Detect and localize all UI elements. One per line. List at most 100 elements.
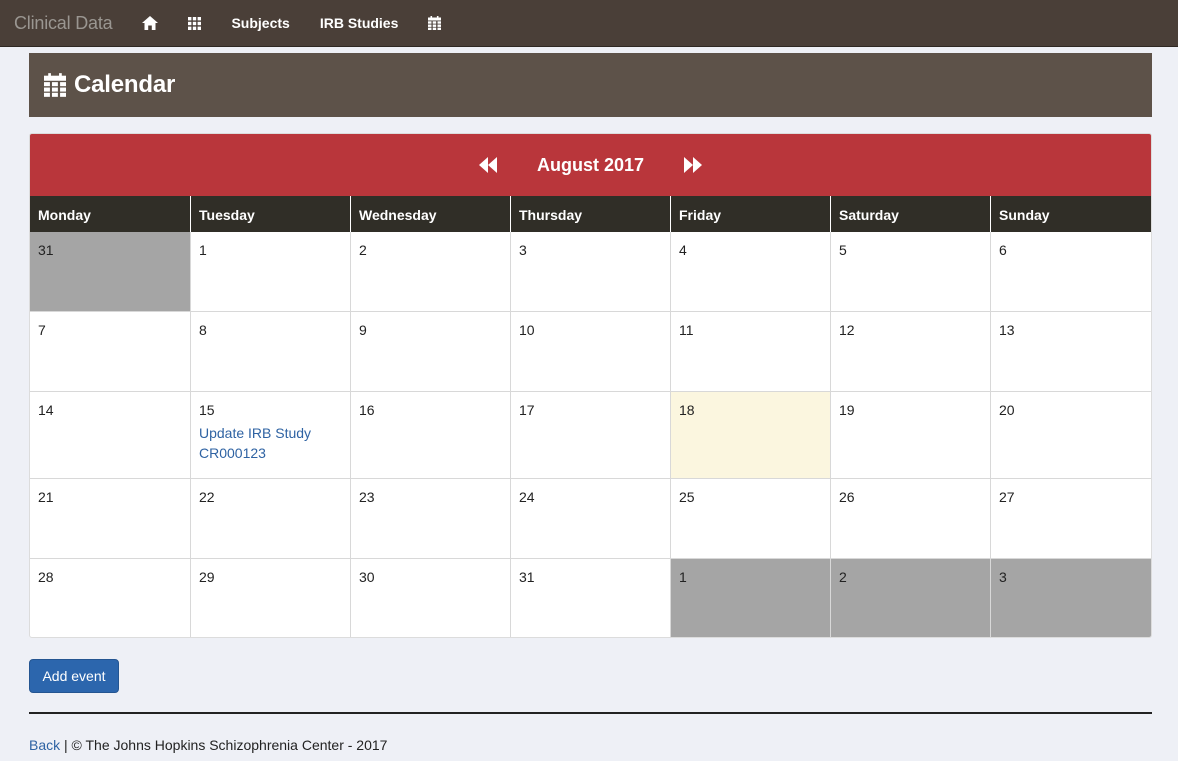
day-number: 25 xyxy=(679,489,695,505)
prev-month-icon[interactable] xyxy=(478,157,497,173)
day-number: 28 xyxy=(38,569,54,585)
day-number: 30 xyxy=(359,569,375,585)
calendar-icon[interactable] xyxy=(428,16,442,30)
day-number: 2 xyxy=(359,242,367,258)
calendar-week-row: 14 15 Update IRB Study CR000123 16 17 18 19 20 xyxy=(30,392,1151,479)
weekday-header: Tuesday xyxy=(191,196,351,232)
day-number: 19 xyxy=(839,402,855,418)
weekday-header: Sunday xyxy=(999,207,1050,223)
calendar-day[interactable]: 16 xyxy=(351,392,511,478)
day-number: 2 xyxy=(839,569,847,585)
calendar-icon xyxy=(44,73,66,97)
event-link[interactable]: Update IRB Study CR000123 xyxy=(199,423,329,463)
calendar-day-other-month[interactable]: 2 xyxy=(831,559,991,637)
calendar-grid: 31 1 2 3 4 5 6 7 8 9 10 11 12 13 14 15 Update IRB Study … xyxy=(30,232,1151,637)
calendar-week-row: 21 22 23 24 25 26 27 xyxy=(30,479,1151,559)
day-number: 18 xyxy=(679,402,695,418)
day-number: 3 xyxy=(999,569,1007,585)
brand-link[interactable]: Clinical Data xyxy=(14,13,113,34)
day-number: 11 xyxy=(679,322,694,338)
top-navbar: Clinical Data Subjects IRB Studies xyxy=(0,0,1178,47)
calendar-day[interactable]: 20 xyxy=(991,392,1151,478)
calendar-day[interactable]: 11 xyxy=(671,312,831,391)
calendar-day[interactable]: 6 xyxy=(991,232,1151,311)
calendar-day[interactable]: 9 xyxy=(351,312,511,391)
nav-subjects[interactable]: Subjects xyxy=(231,15,289,31)
calendar-day[interactable]: 23 xyxy=(351,479,511,558)
day-number: 10 xyxy=(519,322,535,338)
day-number: 4 xyxy=(679,242,687,258)
day-number: 26 xyxy=(839,489,855,505)
calendar-day[interactable]: 30 xyxy=(351,559,511,637)
calendar-day[interactable]: 25 xyxy=(671,479,831,558)
calendar-day[interactable]: 26 xyxy=(831,479,991,558)
calendar-day[interactable]: 15 Update IRB Study CR000123 xyxy=(191,392,351,478)
calendar-day-today[interactable]: 18 xyxy=(671,392,831,478)
next-month-icon[interactable] xyxy=(684,157,703,173)
add-event-button[interactable]: Add event xyxy=(29,659,119,693)
calendar-day[interactable]: 1 xyxy=(191,232,351,311)
day-number: 3 xyxy=(519,242,527,258)
weekday-header-row: Monday Tuesday Wednesday Thursday Friday Satu… xyxy=(30,196,1151,232)
day-number: 20 xyxy=(999,402,1015,418)
calendar-day[interactable]: 10 xyxy=(511,312,671,391)
calendar-week-row: 28 29 30 31 1 2 3 xyxy=(30,559,1151,637)
day-number: 9 xyxy=(359,322,367,338)
calendar-day-other-month[interactable]: 31 xyxy=(30,232,191,311)
calendar-day[interactable]: 24 xyxy=(511,479,671,558)
calendar-day[interactable]: 28 xyxy=(30,559,191,637)
calendar-day[interactable]: 17 xyxy=(511,392,671,478)
day-number: 22 xyxy=(199,489,215,505)
calendar-day[interactable]: 13 xyxy=(991,312,1151,391)
calendar-header: August 2017 xyxy=(30,134,1151,196)
calendar-day[interactable]: 3 xyxy=(511,232,671,311)
day-number: 29 xyxy=(199,569,215,585)
day-number: 14 xyxy=(38,402,54,418)
calendar-day-other-month[interactable]: 1 xyxy=(671,559,831,637)
calendar-day[interactable]: 31 xyxy=(511,559,671,637)
weekday-header: Wednesday xyxy=(351,196,511,232)
calendar-day[interactable]: 7 xyxy=(30,312,191,391)
calendar-day[interactable]: 5 xyxy=(831,232,991,311)
calendar-day[interactable]: 22 xyxy=(191,479,351,558)
month-label: August 2017 xyxy=(536,154,645,175)
nav-irb-studies[interactable]: IRB Studies xyxy=(320,15,399,31)
calendar-day[interactable]: 27 xyxy=(991,479,1151,558)
footer: Back | © The Johns Hopkins Schizophrenia… xyxy=(29,737,387,753)
day-number: 8 xyxy=(199,322,207,338)
footer-copyright: | © The Johns Hopkins Schizophrenia Cent… xyxy=(60,737,388,753)
day-number: 17 xyxy=(519,402,535,418)
day-number: 12 xyxy=(839,322,855,338)
calendar-day[interactable]: 2 xyxy=(351,232,511,311)
calendar-day[interactable]: 8 xyxy=(191,312,351,391)
calendar-day[interactable]: 29 xyxy=(191,559,351,637)
calendar-day[interactable]: 19 xyxy=(831,392,991,478)
calendar-day[interactable]: 12 xyxy=(831,312,991,391)
calendar-day-other-month[interactable]: 3 xyxy=(991,559,1151,637)
calendar: August 2017 Monday Tuesday Wednesday Thursd… xyxy=(29,133,1152,638)
day-number: 27 xyxy=(999,489,1015,505)
calendar-day[interactable]: 4 xyxy=(671,232,831,311)
weekday-header: Friday xyxy=(671,196,831,232)
day-number: 24 xyxy=(519,489,535,505)
day-number: 5 xyxy=(839,242,847,258)
footer-divider xyxy=(29,712,1152,714)
back-link[interactable]: Back xyxy=(29,737,60,753)
weekday-header: Saturday xyxy=(831,196,991,232)
day-number: 21 xyxy=(38,489,54,505)
calendar-week-row: 31 1 2 3 4 5 6 xyxy=(30,232,1151,312)
day-number: 1 xyxy=(199,242,207,258)
home-icon[interactable] xyxy=(142,16,159,30)
day-number: 13 xyxy=(999,322,1015,338)
day-number: 23 xyxy=(359,489,375,505)
grid-icon[interactable] xyxy=(188,16,202,30)
calendar-day[interactable]: 14 xyxy=(30,392,191,478)
calendar-day[interactable]: 21 xyxy=(30,479,191,558)
day-number: 15 xyxy=(199,402,215,418)
day-number: 7 xyxy=(38,322,46,338)
day-number: 6 xyxy=(999,242,1007,258)
weekday-header: Monday xyxy=(30,196,191,232)
page-header: Calendar xyxy=(29,53,1152,117)
day-number: 16 xyxy=(359,402,375,418)
weekday-header: Thursday xyxy=(511,196,671,232)
